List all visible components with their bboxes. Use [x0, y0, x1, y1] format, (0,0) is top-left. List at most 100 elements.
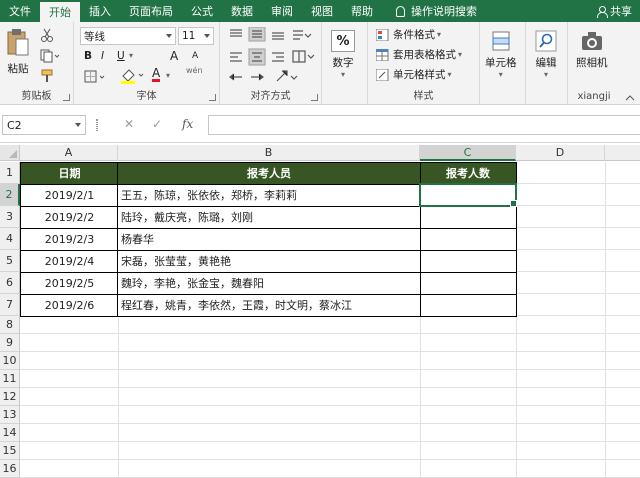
row-header[interactable]: 6 [0, 272, 20, 294]
font-name-field[interactable]: 等线 [80, 27, 176, 45]
row-header[interactable]: 12 [0, 388, 20, 406]
date-cell[interactable]: 2019/2/2 [21, 206, 118, 228]
cancel-icon[interactable]: ✕ [124, 117, 134, 131]
tab-review[interactable]: 审阅 [262, 0, 302, 22]
underline-dropdown-icon[interactable]: ▾ [129, 51, 133, 60]
formula-input[interactable] [208, 115, 640, 135]
grow-font-button[interactable]: A [170, 49, 178, 63]
gridline [420, 316, 421, 478]
row-header[interactable]: 14 [0, 424, 20, 442]
tab-insert[interactable]: 插入 [80, 0, 120, 22]
people-cell[interactable]: 杨春华 [118, 228, 420, 250]
gridline [20, 405, 640, 406]
tab-page-layout[interactable]: 页面布局 [120, 0, 182, 22]
gridline [516, 316, 517, 478]
row-header[interactable]: 16 [0, 460, 20, 478]
people-cell[interactable]: 陆玲，戴庆亮，陈璐，刘刚 [118, 206, 420, 228]
date-cell[interactable]: 2019/2/5 [21, 272, 118, 294]
tell-me-search[interactable]: 操作说明搜索 [382, 0, 486, 22]
date-cell[interactable]: 2019/2/6 [21, 294, 118, 316]
alignment-launcher-icon[interactable] [311, 94, 318, 101]
name-box[interactable]: C2 [2, 115, 86, 135]
font-color-button[interactable]: A [152, 67, 161, 82]
row-header[interactable]: 13 [0, 406, 20, 424]
select-all-button[interactable] [0, 145, 20, 161]
count-cell-selected[interactable] [419, 183, 517, 207]
ribbon-tab-bar: 文件 开始 插入 页面布局 公式 数据 审阅 视图 帮助 操作说明搜索 共享 [0, 0, 640, 22]
borders-icon[interactable] [84, 70, 106, 84]
column-header-a[interactable]: A [20, 145, 118, 161]
row-header[interactable]: 3 [0, 206, 20, 228]
camera-button[interactable]: 照相机 [576, 30, 608, 70]
cell-styles-button[interactable]: 单元格样式 ▾ [376, 67, 452, 82]
share-button[interactable]: 共享 [597, 0, 632, 22]
date-cell[interactable]: 2019/2/3 [21, 228, 118, 250]
column-header-c[interactable]: C [420, 145, 516, 161]
row-header[interactable]: 9 [0, 334, 20, 352]
font-color-dropdown-icon[interactable]: ▾ [166, 71, 170, 80]
count-cell[interactable] [420, 228, 516, 250]
bold-button[interactable]: B [84, 50, 92, 62]
row-header[interactable]: 11 [0, 370, 20, 388]
format-painter-icon[interactable] [40, 69, 56, 83]
paste-icon [7, 29, 29, 56]
people-cell[interactable]: 魏玲，李艳，张金宝，魏春阳 [118, 272, 420, 294]
confirm-icon[interactable]: ✓ [152, 117, 162, 131]
tab-help[interactable]: 帮助 [342, 0, 382, 22]
row-header[interactable]: 7 [0, 294, 20, 316]
paste-button[interactable]: 粘贴 [6, 28, 30, 76]
italic-button[interactable]: I [101, 50, 104, 62]
tab-data[interactable]: 数据 [222, 0, 262, 22]
tab-formulas[interactable]: 公式 [182, 0, 222, 22]
alignment-group: 对齐方式 [220, 22, 322, 105]
count-cell[interactable] [420, 250, 516, 272]
font-size-field[interactable]: 11 [178, 27, 214, 45]
conditional-formatting-button[interactable]: 条件格式 ▾ [376, 27, 441, 42]
column-header-b[interactable]: B [118, 145, 420, 161]
chevron-down-icon: ▾ [458, 50, 463, 59]
column-header-d[interactable]: D [516, 145, 605, 161]
tab-home[interactable]: 开始 [40, 0, 80, 22]
people-cell[interactable]: 王五，陈琼，张依依，郑桥，李莉莉 [118, 184, 420, 206]
fill-color-icon[interactable] [120, 68, 146, 84]
styles-group: 条件格式 ▾ 套用表格格式 ▾ 单元格样式 ▾ 样式 [368, 22, 480, 105]
row-header[interactable]: 10 [0, 352, 20, 370]
row-header[interactable]: 4 [0, 228, 20, 250]
formula-bar-splitter[interactable] [96, 119, 98, 131]
font-launcher-icon[interactable] [209, 94, 216, 101]
clipboard-launcher-icon[interactable] [63, 94, 70, 101]
table-header-people[interactable]: 报考人员 [118, 162, 420, 184]
editing-button[interactable]: 编辑 ▾ [535, 30, 557, 79]
cells-button[interactable]: 单元格 ▾ [485, 30, 517, 79]
table-header-date[interactable]: 日期 [21, 162, 118, 184]
format-as-table-button[interactable]: 套用表格格式 ▾ [376, 47, 462, 62]
number-format-button[interactable]: % 数字 ▾ [331, 30, 355, 79]
camera-group: 照相机 xiangji [568, 22, 620, 105]
table-header-count[interactable]: 报考人数 [420, 162, 516, 184]
collapse-ribbon-icon[interactable] [625, 94, 635, 102]
people-cell[interactable]: 程红春，姚青，李依然，王霞，时文明，蔡冰江 [118, 294, 420, 316]
count-cell[interactable] [420, 206, 516, 228]
column-header-e[interactable] [605, 145, 640, 161]
tab-view[interactable]: 视图 [302, 0, 342, 22]
underline-button[interactable]: U [117, 50, 125, 62]
tab-file[interactable]: 文件 [0, 0, 40, 22]
copy-icon[interactable] [40, 49, 60, 63]
gridline [20, 387, 640, 388]
phonetic-guide-label[interactable]: wén [186, 66, 203, 75]
shrink-font-button[interactable]: A [192, 51, 198, 61]
count-cell[interactable] [420, 272, 516, 294]
row-header[interactable]: 2 [0, 184, 20, 206]
row-header[interactable]: 1 [0, 162, 20, 184]
count-cell[interactable] [420, 294, 516, 316]
insert-function-icon[interactable]: fx [182, 117, 193, 131]
date-cell[interactable]: 2019/2/1 [21, 184, 118, 206]
chevron-down-icon: ▾ [543, 70, 548, 79]
people-cell[interactable]: 宋磊，张莹莹，黄艳艳 [118, 250, 420, 272]
cut-icon[interactable] [40, 28, 54, 42]
row-header[interactable]: 5 [0, 250, 20, 272]
date-cell[interactable]: 2019/2/4 [21, 250, 118, 272]
row-header[interactable]: 8 [0, 316, 20, 334]
alignment-buttons-icon[interactable] [227, 27, 317, 87]
row-header[interactable]: 15 [0, 442, 20, 460]
